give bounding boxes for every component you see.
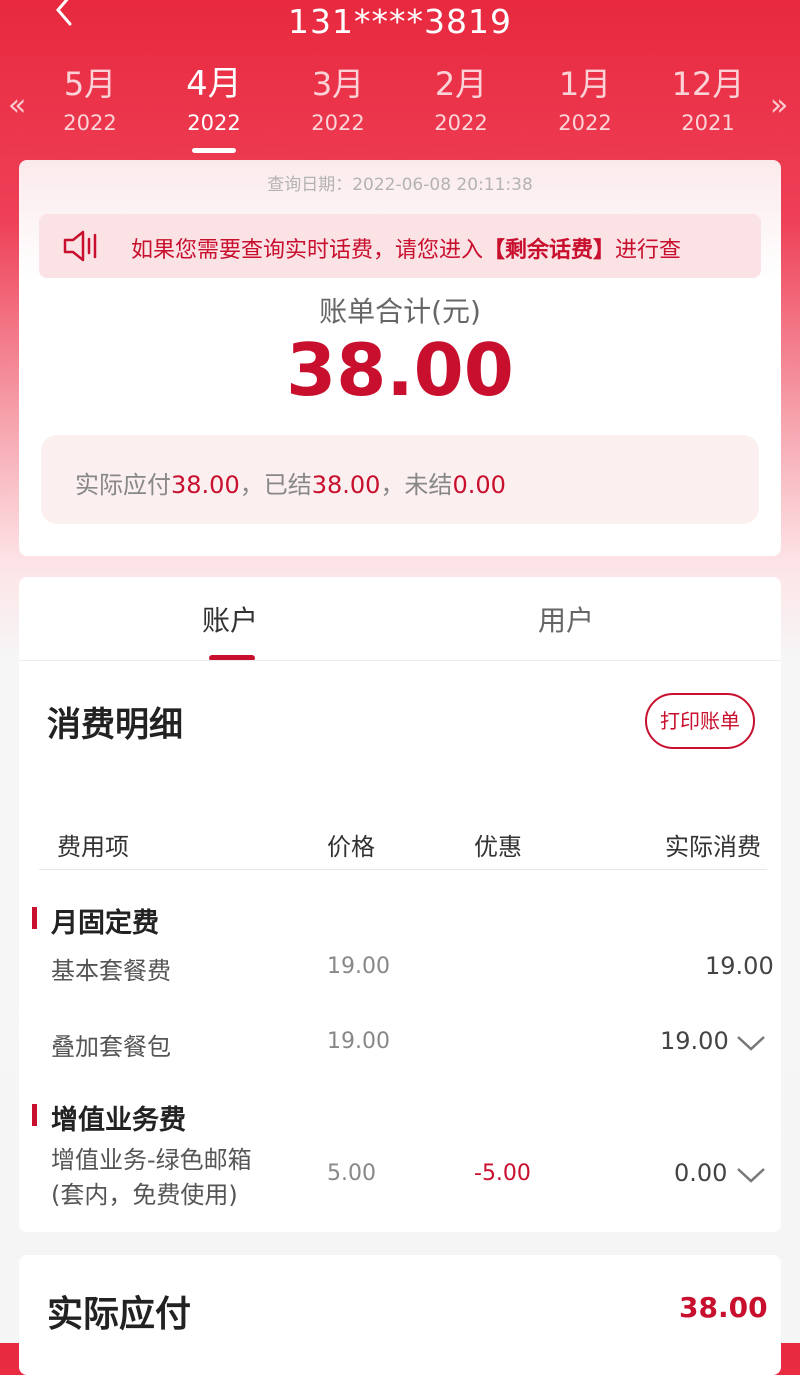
header-divider	[39, 869, 767, 870]
item-name: 基本套餐费	[51, 957, 171, 985]
year-label: 2022	[187, 111, 241, 135]
group-marker	[32, 907, 37, 929]
month-tab-2022-01[interactable]: 1月 2022	[530, 60, 640, 138]
bill-summary-card: 查询日期：2022-06-08 20:11:38 如果您需要查询实时话费，请您进…	[19, 160, 781, 556]
month-label: 1月	[558, 65, 612, 103]
item-price: 5.00	[327, 1161, 376, 1186]
notice-prefix: 如果您需要查询实时话费，请您进入	[131, 238, 484, 263]
month-selector: 5月 2022 4月 2022 3月 2022 2月 2022 1月 2022 …	[0, 60, 800, 160]
item-actual: 19.00	[705, 952, 774, 980]
group-title: 增值业务费	[51, 1105, 186, 1136]
query-date: 查询日期：2022-06-08 20:11:38	[267, 175, 533, 195]
payable-value: 38.00	[171, 471, 240, 499]
unsettled-value: 0.00	[452, 471, 506, 499]
payment-status-text: 实际应付38.00，已结38.00，未结0.00	[75, 465, 506, 500]
year-label: 2022	[63, 111, 117, 135]
tab-account[interactable]: 账户	[202, 599, 258, 639]
payable-amount: 38.00	[679, 1291, 768, 1324]
item-actual: 19.00	[660, 1027, 729, 1055]
active-month-indicator	[192, 148, 236, 153]
group-marker	[32, 1104, 37, 1126]
print-bill-button[interactable]: 打印账单	[645, 693, 755, 749]
payable-title: 实际应付	[47, 1294, 192, 1335]
payable-summary-card: 实际应付 38.00	[19, 1255, 781, 1375]
item-name: 叠加套餐包	[51, 1033, 171, 1061]
year-label: 2021	[681, 111, 735, 135]
year-label: 2022	[558, 111, 612, 135]
consumption-details-card: 账户 用户 消费明细 打印账单 费用项 价格 优惠 实际消费 月固定费 基本套餐…	[19, 577, 781, 1232]
month-tab-2022-05[interactable]: 5月 2022	[35, 60, 145, 138]
item-name: 增值业务-绿色邮箱	[51, 1146, 252, 1174]
column-header-discount: 优惠	[474, 833, 522, 861]
phone-number: 131****3819	[288, 2, 512, 41]
month-label: 2月	[434, 65, 488, 103]
year-label: 2022	[434, 111, 488, 135]
remaining-fee-link[interactable]: 【剩余话费】	[483, 238, 615, 263]
month-label: 5月	[63, 65, 117, 103]
group-title: 月固定费	[51, 908, 159, 939]
total-amount: 38.00	[286, 328, 514, 412]
payment-status-box: 实际应付38.00，已结38.00，未结0.00	[41, 435, 759, 524]
settled-label: ，已结	[239, 471, 312, 499]
speaker-icon	[61, 228, 101, 268]
notice-text: 如果您需要查询实时话费，请您进入【剩余话费】进行查	[131, 232, 681, 264]
settled-value: 38.00	[311, 471, 381, 499]
unsettled-label: ，未结	[380, 471, 453, 499]
payable-label: 实际应付	[75, 471, 171, 499]
total-label: 账单合计(元)	[319, 295, 481, 328]
month-label: 12月	[671, 65, 745, 103]
section-title: 消费明细	[47, 705, 183, 745]
tab-divider	[19, 660, 781, 661]
item-actual: 0.00	[674, 1159, 728, 1187]
column-header-item: 费用项	[57, 833, 129, 861]
item-price: 19.00	[327, 1029, 390, 1054]
chevron-down-icon[interactable]	[736, 1165, 766, 1185]
month-tab-2021-12[interactable]: 12月 2021	[653, 60, 763, 138]
month-label: 4月	[186, 64, 242, 104]
year-label: 2022	[311, 111, 365, 135]
item-name-note: (套内，免费使用)	[51, 1181, 238, 1209]
column-header-price: 价格	[327, 833, 375, 861]
month-tab-2022-02[interactable]: 2月 2022	[406, 60, 516, 138]
item-discount: -5.00	[474, 1161, 531, 1186]
tab-user[interactable]: 用户	[538, 599, 594, 639]
month-label: 3月	[311, 65, 365, 103]
column-header-actual: 实际消费	[665, 833, 761, 861]
month-tab-2022-03[interactable]: 3月 2022	[283, 60, 393, 138]
chevron-down-icon[interactable]	[736, 1033, 766, 1053]
month-tab-2022-04[interactable]: 4月 2022	[159, 60, 269, 153]
realtime-fee-notice[interactable]: 如果您需要查询实时话费，请您进入【剩余话费】进行查	[39, 214, 761, 278]
notice-suffix: 进行查	[615, 238, 682, 263]
item-price: 19.00	[327, 954, 390, 979]
